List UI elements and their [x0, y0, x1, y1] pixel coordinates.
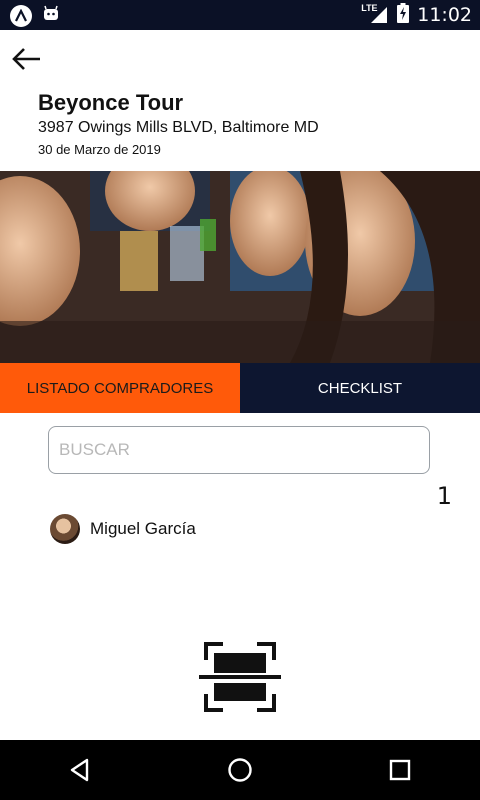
signal-icon: LTE: [361, 3, 389, 25]
buyer-name: Miguel García: [90, 519, 196, 538]
back-triangle-icon: [70, 758, 89, 782]
status-time: 11:02: [417, 4, 472, 26]
nav-home-button[interactable]: [220, 750, 260, 790]
status-left-icons: [10, 4, 60, 27]
tab-checklist[interactable]: CHECKLIST: [240, 363, 480, 413]
qr-scan-icon: [199, 642, 281, 712]
event-address: 3987 Owings Mills BLVD, Baltimore MD: [38, 119, 319, 136]
home-circle-icon: [228, 758, 252, 782]
tab-listado-compradores[interactable]: LISTADO COMPRADORES: [0, 363, 240, 413]
event-date: 30 de Marzo de 2019: [38, 142, 161, 157]
list-item[interactable]: Miguel García: [50, 514, 196, 544]
recents-square-icon: [389, 759, 411, 781]
system-nav-bar: [0, 740, 480, 800]
buyers-count: 1: [436, 482, 452, 510]
search-input[interactable]: [48, 426, 430, 474]
android-robot-icon: [42, 4, 60, 27]
arrow-left-icon: [12, 48, 40, 70]
nav-back-button[interactable]: [60, 750, 100, 790]
event-hero-image: [0, 171, 480, 363]
event-title: Beyonce Tour: [38, 90, 184, 115]
back-button[interactable]: [10, 44, 44, 74]
status-bar: LTE 11:02: [0, 0, 480, 30]
app-logo-icon: [10, 4, 32, 27]
status-right-icons: LTE 11:02: [361, 0, 472, 30]
battery-charging-icon: [397, 2, 410, 28]
nav-recents-button[interactable]: [380, 750, 420, 790]
scan-button[interactable]: [199, 640, 281, 714]
tab-bar: LISTADO COMPRADORES CHECKLIST: [0, 363, 480, 413]
event-header: Beyonce Tour 3987 Owings Mills BLVD, Bal…: [0, 30, 480, 171]
avatar: [50, 514, 80, 544]
